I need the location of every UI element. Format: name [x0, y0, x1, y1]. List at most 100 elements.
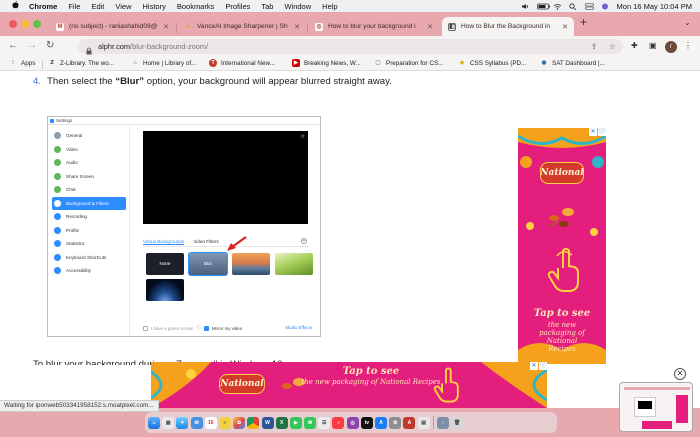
menu-profiles[interactable]: Profiles [225, 2, 250, 11]
system-preferences-icon[interactable]: ⚙ [389, 416, 402, 429]
apple-menu-icon[interactable] [10, 1, 20, 11]
zoom-sidebar-keyboard-shortcuts: Keyboard Shortcuts [52, 251, 126, 265]
menu-help[interactable]: Help [322, 2, 337, 11]
chrome-icon[interactable] [247, 416, 260, 429]
menu-bookmarks[interactable]: Bookmarks [177, 2, 215, 11]
window-thumbnail-preview[interactable] [619, 382, 693, 432]
photos-icon[interactable]: ✿ [233, 416, 246, 429]
menu-file[interactable]: File [68, 2, 80, 11]
page-icon: ▢ [375, 60, 381, 66]
spices-illustration [549, 208, 574, 227]
music-icon[interactable]: ♪ [332, 416, 345, 429]
window-minimize-button[interactable] [21, 20, 29, 28]
tab-close-icon[interactable]: ✕ [294, 23, 300, 31]
bookmark-breaking-news[interactable]: ▶ Breaking News, W... [292, 59, 361, 67]
zoom-sidebar-label: Statistics [66, 241, 85, 247]
close-ad-icon[interactable]: ✕ [674, 368, 686, 380]
red-arrow-annotation [227, 236, 247, 251]
tab-close-icon[interactable]: ✕ [163, 23, 169, 31]
ad-close-icon[interactable]: ✕ [530, 362, 538, 370]
bookmark-library[interactable]: ⌂ Home | Library of... [131, 59, 196, 67]
excel-icon[interactable]: X [275, 416, 288, 429]
keyboard-icon [54, 253, 61, 261]
notes-icon[interactable]: ≡ [218, 416, 231, 429]
tab-close-icon[interactable]: ✕ [562, 23, 568, 31]
site-icon: ◎ [315, 22, 323, 31]
reload-icon[interactable]: ↻ [46, 40, 54, 51]
menu-tab[interactable]: Tab [261, 2, 273, 11]
mail-icon[interactable]: ✉ [190, 416, 203, 429]
podcasts-icon[interactable]: ◎ [346, 416, 359, 429]
word-icon[interactable]: W [261, 416, 274, 429]
news-icon: T [209, 59, 217, 67]
search-icon[interactable] [568, 2, 578, 10]
tab-blur-background[interactable]: ◎ How to blur your background i ✕ [309, 17, 439, 36]
zoom-sidebar-audio: Audio [52, 156, 126, 170]
messages-icon[interactable]: ✉ [304, 416, 317, 429]
zoom-sidebar-label: Keyboard Shortcuts [66, 254, 107, 260]
bookmark-star-icon[interactable]: ☆ [609, 42, 616, 51]
share-icon[interactable]: ⇪ [591, 42, 597, 51]
siri-icon[interactable] [601, 3, 610, 10]
window-close-button[interactable] [9, 20, 17, 28]
ad-choices-icon[interactable]: ⓘ [598, 128, 606, 136]
extensions-puzzle-icon[interactable]: ✚ [631, 41, 638, 50]
bookmark-apps[interactable]: ⋮ Apps [9, 59, 35, 67]
bookmark-css-syllabus[interactable]: ◆ CSS Syllabus (PD... [458, 59, 526, 67]
downloads-folder-icon[interactable]: ↓ [436, 416, 449, 429]
forward-arrow-icon[interactable]: → [27, 40, 37, 51]
wifi-icon[interactable] [553, 3, 562, 10]
tab-vanceai[interactable]: ▲ VanceAI Image Sharpener | Sh ✕ [178, 17, 306, 36]
back-arrow-icon[interactable]: ← [8, 40, 18, 51]
tv-icon[interactable]: tv [360, 416, 373, 429]
address-bar[interactable]: alphr.com/blur-background-zoom/ ⇪ ☆ [78, 39, 623, 55]
control-center-icon[interactable] [584, 2, 594, 10]
side-panel-icon[interactable]: ▣ [649, 41, 657, 50]
bookmark-css-preparation[interactable]: ▢ Preparation for CS... [374, 59, 443, 67]
zoom-thumb-blur: Blur [188, 252, 228, 276]
menu-window[interactable]: Window [284, 2, 311, 11]
menu-edit[interactable]: Edit [91, 2, 104, 11]
ad-close-icon[interactable]: ✕ [589, 128, 597, 136]
bookmark-sat-dashboard[interactable]: ◉ SAT Dashboard |... [540, 59, 605, 67]
reminders-icon[interactable]: ☰ [318, 416, 331, 429]
dock-separator [432, 416, 434, 429]
finder-icon[interactable]: ☺ [148, 416, 160, 429]
lock-icon[interactable] [86, 42, 92, 55]
zoom-thumb-earth [146, 279, 184, 301]
menubar-clock[interactable]: Mon 16 May 10:04 PM [617, 2, 692, 11]
new-tab-button[interactable]: + [580, 15, 587, 29]
safari-icon[interactable]: ✦ [176, 416, 189, 429]
acrobat-icon[interactable]: A [403, 416, 416, 429]
facetime-icon[interactable]: ▶ [289, 416, 302, 429]
side-advertisement[interactable]: ⓘ ✕ National Tap to see the new packagin… [518, 128, 606, 364]
preview-icon[interactable]: ▤ [417, 416, 430, 429]
profile-avatar[interactable]: r [665, 41, 677, 53]
chrome-menu-icon[interactable]: ⋮ [684, 41, 692, 50]
app-store-icon[interactable]: A [375, 416, 387, 429]
bottom-advertisement[interactable]: ⓘ ✕ National Tap to see the new packagin… [151, 362, 547, 408]
window-zoom-button[interactable] [33, 20, 41, 28]
macos-dock: ☺ ▦ ✦ ✉ 16 ≡ ✿ W X ▶ ✉ ☰ ♪ ◎ tv A ⚙ A ▤ … [145, 412, 557, 433]
thumbnail-tabstrip [624, 387, 690, 390]
tab-close-icon[interactable]: ✕ [427, 23, 433, 31]
launchpad-icon[interactable]: ▦ [162, 416, 175, 429]
calendar-icon[interactable]: 16 [204, 416, 217, 429]
menu-history[interactable]: History [143, 2, 166, 11]
trash-icon[interactable]: 🗑 [451, 416, 464, 429]
tab-alphr-active[interactable]: ◧ How to Blur the Background in ✕ [442, 17, 574, 36]
ad-choices-icon[interactable]: ⓘ [539, 362, 547, 370]
battery-icon[interactable] [536, 3, 550, 10]
zoom-sidebar-label: Profile [66, 227, 80, 233]
menu-view[interactable]: View [115, 2, 131, 11]
bookmark-international-news[interactable]: T International New... [209, 59, 275, 67]
zoom-app-icon [50, 119, 54, 123]
studio-effects-link: Studio Effects [285, 325, 313, 330]
vanceai-icon: ▲ [185, 23, 191, 30]
menu-app-name[interactable]: Chrome [29, 2, 57, 11]
url-text[interactable]: alphr.com/blur-background-zoom/ [98, 42, 208, 51]
bookmark-zlibrary[interactable]: Z Z-Library. The wo... [48, 59, 114, 67]
volume-icon[interactable] [521, 3, 530, 10]
tab-search-chevron-icon[interactable]: ⌄ [684, 18, 691, 27]
tab-gmail[interactable]: M (no subject) - raniashahid09@ ✕ [50, 17, 175, 36]
